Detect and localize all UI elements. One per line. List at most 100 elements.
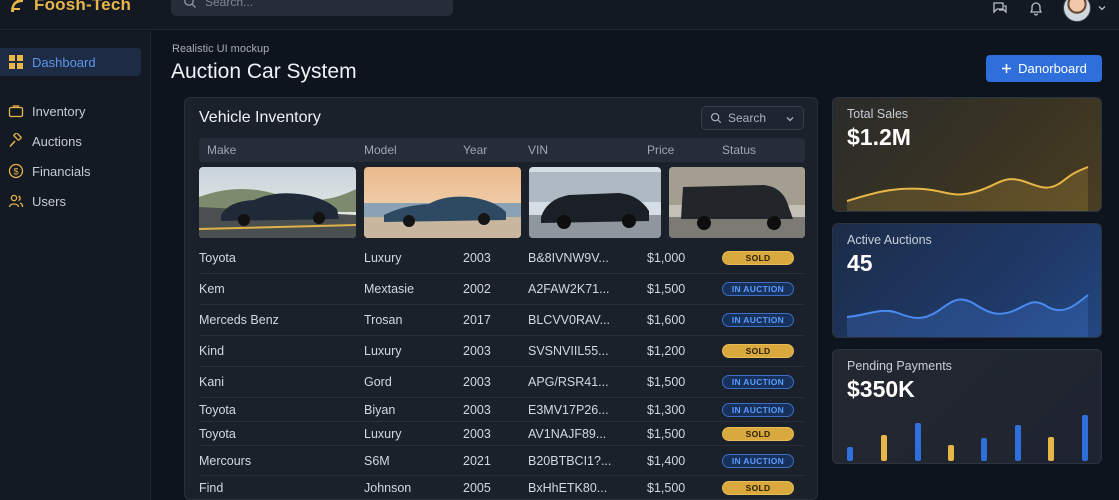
car-photo-graphic — [529, 167, 661, 238]
cell-make: Toyota — [199, 251, 236, 265]
inventory-search-label: Search — [728, 111, 767, 125]
panel-title: Vehicle Inventory — [199, 109, 321, 126]
cell-price: $1,500 — [647, 481, 686, 495]
cell-model: Luxury — [364, 251, 402, 265]
column-header-model[interactable]: Model — [364, 143, 397, 157]
column-header-vin[interactable]: VIN — [528, 143, 548, 157]
search-icon — [184, 0, 196, 8]
briefcase-icon — [8, 105, 24, 118]
cell-model: Mextasie — [364, 282, 415, 296]
cell-make: Toyota — [199, 426, 236, 441]
table-row[interactable]: Find Johnson 2005 BxHhETK80... $1,500 SOLD — [199, 476, 805, 500]
car-photo[interactable] — [669, 167, 805, 238]
page-subtitle: Realistic UI mockup — [172, 43, 270, 55]
table-row[interactable]: Toyota Luxury 2003 AV1NAJF89... $1,500 SOLD — [199, 422, 805, 446]
car-photo[interactable] — [529, 167, 661, 238]
brand[interactable]: Foosh-Tech — [8, 0, 131, 16]
sidebar-item-label: Financials — [32, 163, 91, 179]
chevron-down-icon — [786, 117, 794, 122]
cell-price: $1,300 — [647, 402, 686, 417]
column-header-make[interactable]: Make — [207, 143, 236, 157]
global-search-input[interactable] — [205, 0, 435, 9]
sidebar-item-users[interactable]: Users — [0, 187, 141, 215]
cell-year: 2003 — [463, 426, 491, 441]
sidebar-item-financials[interactable]: $ Financials — [0, 157, 141, 185]
cell-model: Luxury — [364, 344, 402, 358]
active-auctions-sparkline — [846, 294, 1089, 337]
status-badge: SOLD — [722, 481, 794, 495]
cell-make: Mercours — [199, 453, 252, 468]
cell-status: IN AUCTION — [722, 367, 794, 397]
sidebar-item-label: Dashboard — [32, 54, 96, 70]
column-header-year[interactable]: Year — [463, 143, 487, 157]
table-row[interactable]: Toyota Luxury 2003 B&8IVNW9V... $1,000 SOLD — [199, 243, 805, 274]
users-icon — [8, 194, 24, 208]
table-row[interactable]: Mercours S6M 2021 B20BTBCI1?... $1,400 IN AUC… — [199, 446, 805, 476]
plus-icon — [1002, 64, 1012, 73]
cell-status: IN AUCTION — [722, 305, 794, 335]
table-row[interactable]: Kind Luxury 2003 SVSNVIIL55... $1,200 SOLD — [199, 336, 805, 367]
cell-vin: BLCVV0RAV... — [528, 313, 610, 327]
global-search[interactable] — [171, 0, 453, 16]
cell-status: SOLD — [722, 422, 794, 445]
active-auctions-card[interactable]: Active Auctions 45 — [832, 223, 1102, 338]
car-photo[interactable] — [364, 167, 521, 238]
cell-model: Trosan — [364, 313, 403, 327]
cell-vin: AV1NAJF89... — [528, 426, 607, 441]
active-auctions-value: 45 — [847, 250, 873, 276]
dashboard-button[interactable]: Danorboard — [986, 55, 1102, 82]
status-badge: IN AUCTION — [722, 402, 794, 417]
cell-price: $1,400 — [647, 453, 686, 468]
avatar[interactable] — [1063, 0, 1091, 22]
user-menu[interactable] — [1063, 0, 1107, 22]
cell-vin: B&8IVNW9V... — [528, 251, 609, 265]
cell-make: Merceds Benz — [199, 313, 279, 327]
top-bar: Foosh-Tech — [0, 0, 1119, 30]
table-header: Make Model Year VIN Price Status — [199, 138, 805, 162]
cell-vin: B20BTBCI1?... — [528, 453, 612, 468]
dashboard-button-label: Danorboard — [1018, 61, 1087, 76]
dashboard-icon — [9, 55, 23, 69]
cell-year: 2003 — [463, 251, 491, 265]
sidebar: Dashboard Inventory Auctions $ Financial… — [0, 31, 151, 500]
cell-year: 2003 — [463, 375, 491, 389]
status-badge: IN AUCTION — [722, 313, 794, 327]
status-badge: SOLD — [722, 344, 794, 358]
cell-price: $1,500 — [647, 375, 686, 389]
vehicle-inventory-panel: Vehicle Inventory Search Make Model Year… — [184, 97, 818, 500]
cell-year: 2003 — [463, 402, 491, 417]
total-sales-label: Total Sales — [847, 107, 909, 121]
cell-year: 2002 — [463, 282, 491, 296]
cell-status: IN AUCTION — [722, 446, 794, 475]
table-row[interactable]: Merceds Benz Trosan 2017 BLCVV0RAV... $1,600… — [199, 305, 805, 336]
car-photo[interactable] — [199, 167, 356, 238]
table-row[interactable]: Toyota Biyan 2003 E3MV17P26... $1,300 IN AUCT… — [199, 398, 805, 422]
top-actions — [991, 0, 1107, 22]
sidebar-item-inventory[interactable]: Inventory — [0, 97, 141, 125]
pending-payments-label: Pending Payments — [847, 359, 952, 373]
chat-icon[interactable] — [991, 0, 1009, 17]
cell-vin: BxHhETK80... — [528, 481, 608, 495]
inventory-search[interactable]: Search — [701, 106, 804, 130]
chevron-down-icon — [1098, 6, 1106, 11]
cell-vin: E3MV17P26... — [528, 402, 609, 417]
bell-icon[interactable] — [1027, 0, 1045, 17]
pending-payments-card[interactable]: Pending Payments $350K — [832, 349, 1102, 464]
cell-status: SOLD — [722, 336, 794, 366]
cell-model: S6M — [364, 453, 390, 468]
column-header-price[interactable]: Price — [647, 143, 674, 157]
cell-status: IN AUCTION — [722, 274, 794, 304]
sidebar-item-dashboard[interactable]: Dashboard — [0, 48, 141, 76]
table-row[interactable]: Kani Gord 2003 APG/RSR41... $1,500 IN AUCTION — [199, 367, 805, 398]
brand-name: Foosh-Tech — [34, 0, 132, 14]
column-header-status[interactable]: Status — [722, 143, 756, 157]
total-sales-sparkline — [846, 166, 1089, 211]
status-badge: IN AUCTION — [722, 282, 794, 296]
table-row[interactable]: Kem Mextasie 2002 A2FAW2K71... $1,500 IN AUCT… — [199, 274, 805, 305]
sidebar-item-auctions[interactable]: Auctions — [0, 127, 141, 155]
cell-vin: SVSNVIIL55... — [528, 344, 609, 358]
total-sales-value: $1.2M — [847, 124, 911, 150]
cell-year: 2017 — [463, 313, 491, 327]
gavel-icon — [9, 133, 22, 148]
total-sales-card[interactable]: Total Sales $1.2M — [832, 97, 1102, 212]
